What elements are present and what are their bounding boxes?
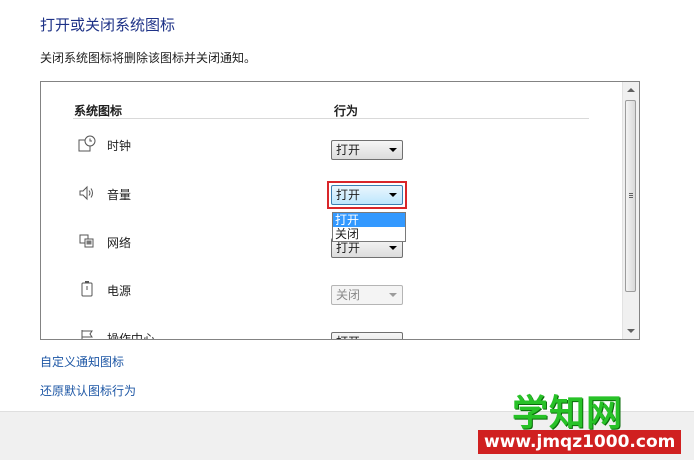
chevron-down-icon <box>389 148 397 152</box>
row-label-power: 电源 <box>107 284 132 298</box>
restore-default-icon-behaviors-link[interactable]: 还原默认图标行为 <box>40 382 136 399</box>
vertical-scrollbar[interactable] <box>622 82 639 339</box>
behavior-select-clock[interactable]: 打开 <box>331 140 403 160</box>
speaker-icon <box>79 185 93 201</box>
chevron-down-icon <box>389 293 397 297</box>
power-icon <box>81 281 93 297</box>
page-subtitle: 关闭系统图标将删除该图标并关闭通知。 <box>40 51 257 65</box>
chevron-down-icon <box>389 246 397 250</box>
behavior-select-power: 关闭 <box>331 285 403 305</box>
behavior-select-action-center[interactable]: 打开 <box>331 332 403 339</box>
scroll-grip-icon <box>629 193 633 194</box>
select-value: 打开 <box>336 143 361 157</box>
row-label-volume: 音量 <box>107 188 132 202</box>
select-value: 打开 <box>336 241 361 255</box>
row-label-network: 网络 <box>107 236 132 250</box>
system-icons-panel: 系统图标 行为 时钟 打开 音量 打开 网络 打开 电源 关闭 操作中心 打开 … <box>40 81 640 340</box>
customize-notification-icons-link[interactable]: 自定义通知图标 <box>40 353 124 370</box>
watermark-logo: 学知网 <box>512 393 624 434</box>
dropdown-option-on[interactable]: 打开 <box>333 213 405 227</box>
column-header-behavior: 行为 <box>334 104 359 118</box>
network-icon <box>79 234 94 248</box>
scroll-up-arrow-icon[interactable] <box>627 88 635 92</box>
scroll-thumb[interactable] <box>625 100 636 292</box>
action-center-flag-icon <box>81 330 93 339</box>
scroll-down-arrow-icon[interactable] <box>627 329 635 333</box>
highlight-box <box>327 181 407 209</box>
behavior-dropdown-list: 打开 关闭 <box>332 212 406 242</box>
dropdown-option-off[interactable]: 关闭 <box>333 227 405 241</box>
row-label-action-center: 操作中心 <box>107 332 156 340</box>
header-divider <box>73 118 589 119</box>
column-header-icons: 系统图标 <box>74 104 123 118</box>
watermark-url: www.jmqz1000.com <box>478 430 682 454</box>
row-label-clock: 时钟 <box>107 139 132 153</box>
page-title: 打开或关闭系统图标 <box>40 16 176 34</box>
clock-icon <box>78 135 96 152</box>
select-value: 关闭 <box>336 288 361 302</box>
select-value: 打开 <box>336 335 360 339</box>
